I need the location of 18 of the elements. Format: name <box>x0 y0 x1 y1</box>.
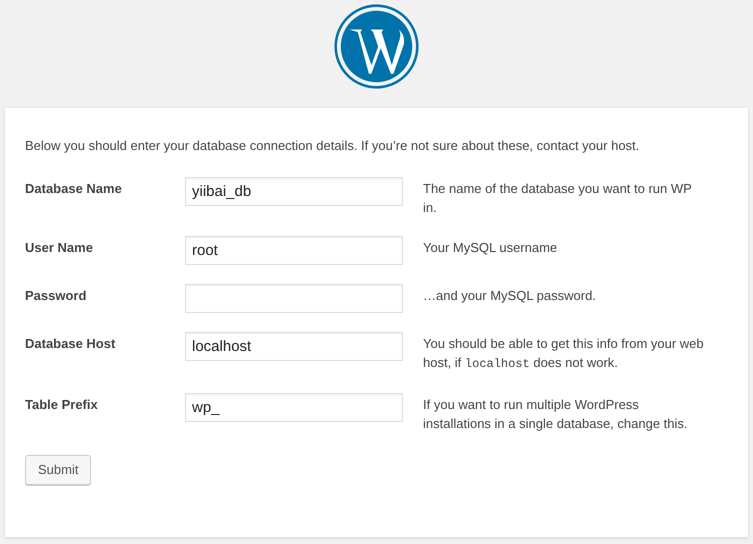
field-label: Database Host <box>25 335 116 353</box>
intro-text: Below you should enter your database connection details. If you’re not sure about these, contact your host. <box>25 137 640 155</box>
help-text: The name of the database you want to run WP in. <box>423 180 693 217</box>
submit-button[interactable]: Submit <box>25 455 92 485</box>
help-text: If you want to run multiple WordPress installations in a single database, change this. <box>423 396 689 433</box>
input-field[interactable] <box>185 284 403 313</box>
help-text: …and your MySQL password. <box>423 287 597 305</box>
field-label: User Name <box>25 239 94 257</box>
field-label: Table Prefix <box>25 396 99 414</box>
help-text: You should be able to get this info from your web host, if localhost does not work. <box>423 335 705 373</box>
field-label: Database Name <box>25 180 123 198</box>
field-label: Password <box>25 287 88 305</box>
input-field[interactable]: yiibai_db <box>185 177 403 206</box>
help-text: Your MySQL username <box>423 239 558 257</box>
input-field[interactable]: root <box>185 236 403 265</box>
input-field[interactable]: wp_ <box>185 393 403 422</box>
logo-icon <box>334 4 419 89</box>
input-field[interactable]: localhost <box>185 332 403 361</box>
